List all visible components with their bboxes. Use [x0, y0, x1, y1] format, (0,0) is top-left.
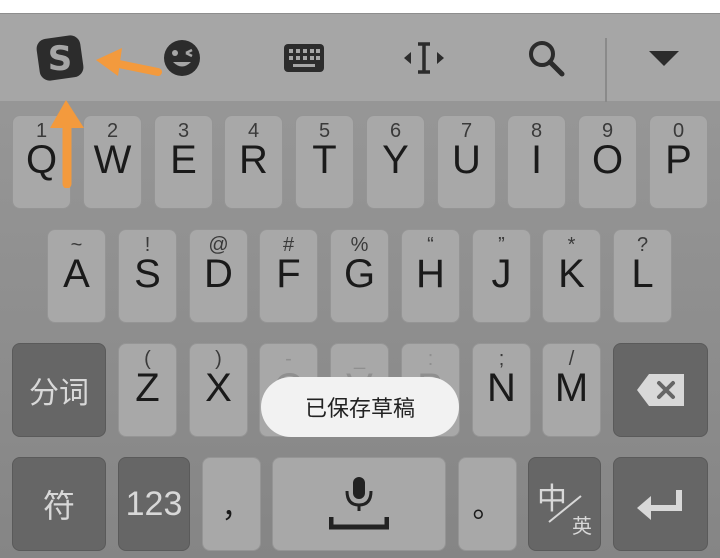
space-voice-key[interactable]: [272, 457, 446, 551]
key-label: G: [343, 252, 376, 296]
up-arrow-icon: [50, 100, 84, 188]
emoji-icon[interactable]: [156, 14, 208, 101]
enter-key[interactable]: [613, 457, 708, 551]
left-arrow-icon: [96, 48, 162, 76]
backspace-icon: [614, 344, 707, 436]
saved-draft-toast: 已保存草稿: [261, 377, 459, 437]
comma-key[interactable]: ，: [202, 457, 261, 551]
comma-label: ，: [221, 491, 252, 524]
key-label: K: [558, 252, 585, 296]
key-g[interactable]: % G: [330, 229, 389, 323]
collapse-down-icon[interactable]: [640, 14, 688, 101]
key-label: E: [170, 138, 197, 182]
enter-icon: [614, 458, 707, 550]
key-label: U: [452, 138, 481, 182]
key-label: I: [530, 138, 543, 182]
key-label: X: [205, 366, 232, 410]
key-label: L: [631, 252, 654, 296]
svg-text:S: S: [48, 39, 73, 79]
fenci-label: 分词: [29, 377, 89, 410]
cursor-move-icon[interactable]: [400, 14, 448, 101]
fenci-key[interactable]: 分词: [12, 343, 106, 437]
key-p[interactable]: 0P: [649, 115, 708, 209]
key-h[interactable]: “H: [401, 229, 460, 323]
key-t[interactable]: 5T: [295, 115, 354, 209]
key-u[interactable]: 7U: [437, 115, 496, 209]
symbol-label: 符: [42, 488, 75, 524]
microphone-icon: [273, 458, 445, 550]
key-d[interactable]: @ D: [189, 229, 248, 323]
key-f[interactable]: # F: [259, 229, 318, 323]
backspace-key[interactable]: [613, 343, 708, 437]
key-w[interactable]: 2W: [83, 115, 142, 209]
toolbar-divider: [605, 38, 607, 102]
key-x[interactable]: ) X: [189, 343, 248, 437]
key-label: P: [665, 138, 692, 182]
key-label: D: [204, 252, 233, 296]
key-label: J: [491, 252, 512, 296]
period-key[interactable]: 。: [458, 457, 517, 551]
key-label: N: [487, 366, 516, 410]
key-label: O: [591, 138, 624, 182]
key-z[interactable]: (Z: [118, 343, 177, 437]
key-n[interactable]: ; N: [472, 343, 531, 437]
number-key[interactable]: 123: [118, 457, 190, 551]
top-border: [0, 0, 720, 13]
key-o[interactable]: 9O: [578, 115, 637, 209]
slash-icon: [548, 495, 582, 523]
key-k[interactable]: * K: [542, 229, 601, 323]
language-switch-key[interactable]: 中 英: [528, 457, 601, 551]
number-label: 123: [125, 484, 183, 523]
key-label: M: [554, 366, 589, 410]
key-e[interactable]: 3E: [154, 115, 213, 209]
key-label: T: [312, 138, 337, 182]
key-a[interactable]: ~ A: [47, 229, 106, 323]
period-label: 。: [472, 491, 503, 524]
keyboard-icon[interactable]: [280, 14, 328, 101]
key-label: W: [93, 138, 132, 182]
key-label: Y: [382, 138, 409, 182]
key-label: A: [63, 252, 90, 296]
key-l[interactable]: ? L: [613, 229, 672, 323]
key-s[interactable]: ! S: [118, 229, 177, 323]
key-y[interactable]: 6Y: [366, 115, 425, 209]
sogou-logo-icon[interactable]: S: [28, 14, 92, 101]
key-i[interactable]: 8I: [507, 115, 566, 209]
search-icon[interactable]: [522, 14, 570, 101]
key-j[interactable]: ” J: [472, 229, 531, 323]
key-m[interactable]: / M: [542, 343, 601, 437]
key-label: F: [276, 252, 301, 296]
key-label: H: [416, 252, 445, 296]
key-label: Z: [135, 366, 160, 410]
key-label: S: [134, 252, 161, 296]
key-r[interactable]: 4R: [224, 115, 283, 209]
key-label: R: [239, 138, 268, 182]
symbol-key[interactable]: 符: [12, 457, 106, 551]
